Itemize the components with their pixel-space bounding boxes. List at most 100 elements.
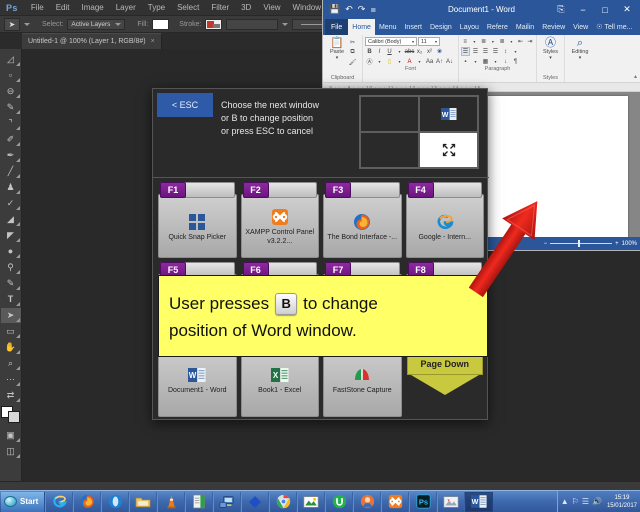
clear-formatting-icon[interactable]: ❀ xyxy=(435,47,444,56)
chevron-down-icon[interactable]: ▾ xyxy=(336,55,339,61)
chevron-down-icon[interactable]: ▾ xyxy=(549,55,552,61)
key-tile-f2[interactable]: XAMPP Control Panel v3.2.2... F2 xyxy=(240,182,319,258)
quick-selection-tool[interactable]: ✎ xyxy=(1,100,21,115)
tab-design[interactable]: Design xyxy=(426,19,456,35)
align-left-icon[interactable]: ☰ xyxy=(461,47,470,56)
chevron-down-icon[interactable]: ▾ xyxy=(470,37,478,46)
action-center-icon[interactable]: ⚐ xyxy=(572,497,579,506)
photoshop-document-tab[interactable]: Untitled-1 @ 100% (Layer 1, RGB/8#) × xyxy=(22,33,162,49)
close-icon[interactable]: × xyxy=(151,38,155,45)
tab-review[interactable]: Review xyxy=(538,19,569,35)
show-hidden-icons-icon[interactable]: ▲ xyxy=(561,497,569,506)
ribbon-display-options-icon[interactable]: ⎘ xyxy=(550,0,572,19)
tell-me-box[interactable]: ☉ Tell me... xyxy=(592,19,636,35)
align-center-icon[interactable]: ☰ xyxy=(471,47,480,56)
ps-menu-type[interactable]: Type xyxy=(142,0,171,15)
close-button[interactable]: ✕ xyxy=(616,0,638,19)
move-tool[interactable]: ◿ xyxy=(1,52,21,67)
grow-font-icon[interactable]: A↑ xyxy=(435,57,444,66)
pen-tool[interactable]: ✎ xyxy=(1,276,21,291)
blur-tool[interactable]: ● xyxy=(1,244,21,259)
taskbar-word[interactable]: W xyxy=(465,491,494,512)
taskbar-explorer[interactable] xyxy=(129,491,158,512)
marquee-tool[interactable]: ▫ xyxy=(1,68,21,83)
ps-menu-select[interactable]: Select xyxy=(171,0,205,15)
superscript-button[interactable]: x² xyxy=(425,47,434,56)
ps-menu-view[interactable]: View xyxy=(257,0,286,15)
background-color-swatch[interactable] xyxy=(8,411,20,423)
stroke-width-chevron-down-icon[interactable] xyxy=(282,22,289,26)
esc-button[interactable]: < ESC xyxy=(157,93,213,117)
page-down-control[interactable]: Page Down xyxy=(406,353,483,413)
tab-layout[interactable]: Layou xyxy=(456,19,483,35)
chevron-down-icon[interactable]: ▾ xyxy=(491,57,500,66)
history-brush-tool[interactable]: ✓ xyxy=(1,196,21,211)
show-formatting-marks-icon[interactable]: ¶ xyxy=(511,57,520,66)
subscript-button[interactable]: x₂ xyxy=(415,47,424,56)
ps-menu-window[interactable]: Window xyxy=(287,0,327,15)
network-tray-icon[interactable]: ☰ xyxy=(582,497,589,506)
key-tile-f3[interactable]: The Bond Interface -... F3 xyxy=(323,182,402,258)
change-case-icon[interactable]: Aa xyxy=(425,57,434,66)
rectangle-tool[interactable]: ▭ xyxy=(1,324,21,339)
minimize-button[interactable]: − xyxy=(572,0,594,19)
taskbar-utorrent[interactable] xyxy=(325,491,354,512)
volume-icon[interactable]: 🔊 xyxy=(592,497,602,506)
snap-cell-bottom-right[interactable] xyxy=(419,132,478,168)
shading-icon[interactable]: ▪ xyxy=(461,57,470,66)
active-tool-icon[interactable]: ➤ xyxy=(4,17,20,31)
strikethrough-button[interactable]: abc xyxy=(405,47,415,56)
ps-menu-image[interactable]: Image xyxy=(76,0,110,15)
stroke-color-swatch[interactable] xyxy=(205,18,223,30)
path-selection-tool[interactable]: ➤ xyxy=(0,308,21,323)
tab-insert[interactable]: Insert xyxy=(400,19,426,35)
italic-button[interactable]: I xyxy=(375,47,384,56)
align-right-icon[interactable]: ☰ xyxy=(481,47,490,56)
paste-button[interactable]: 📋 Paste ▾ xyxy=(328,37,346,61)
borders-icon[interactable]: ▦ xyxy=(481,57,490,66)
taskbar-chrome[interactable] xyxy=(269,491,298,512)
chevron-down-icon[interactable]: ▾ xyxy=(375,57,384,66)
tab-mailings[interactable]: Mailin xyxy=(512,19,538,35)
tab-home[interactable]: Home xyxy=(348,19,375,35)
multilevel-list-icon[interactable]: ≣ xyxy=(498,37,506,46)
taskbar-network[interactable] xyxy=(213,491,242,512)
undo-icon[interactable]: ↶ xyxy=(345,4,353,15)
font-color-icon[interactable]: A xyxy=(405,57,414,66)
taskbar-xampp[interactable] xyxy=(381,491,410,512)
taskbar-media-player[interactable] xyxy=(353,491,382,512)
stroke-width-field[interactable] xyxy=(226,18,279,30)
screen-mode-icon[interactable]: ◫ xyxy=(1,444,21,459)
ps-menu-edit[interactable]: Edit xyxy=(50,0,76,15)
start-button[interactable]: Start xyxy=(1,491,46,512)
justify-icon[interactable]: ☰ xyxy=(491,47,500,56)
healing-brush-tool[interactable]: ✒ xyxy=(1,148,21,163)
color-swatches[interactable] xyxy=(1,406,20,423)
taskbar-clock[interactable]: 15:19 15/01/2017 xyxy=(605,494,637,510)
chevron-down-icon[interactable]: ▾ xyxy=(489,37,497,46)
save-icon[interactable]: 💾 xyxy=(329,4,340,15)
zoom-level-label[interactable]: 100% xyxy=(622,241,637,247)
brush-tool[interactable]: ╱ xyxy=(1,164,21,179)
chevron-down-icon[interactable]: ▾ xyxy=(395,47,404,56)
zoom-slider[interactable] xyxy=(550,240,613,247)
taskbar-notepad[interactable] xyxy=(185,491,214,512)
format-painter-icon[interactable]: 🖌 xyxy=(348,58,357,67)
eraser-tool[interactable]: ◢ xyxy=(1,212,21,227)
customize-qat-icon[interactable]: ≣ xyxy=(370,6,376,14)
dodge-tool[interactable]: ⚲ xyxy=(1,260,21,275)
taskbar-photoshop[interactable]: Ps xyxy=(409,491,438,512)
ps-menu-layer[interactable]: Layer xyxy=(110,0,142,15)
chevron-down-icon[interactable]: ▾ xyxy=(471,57,480,66)
chevron-down-icon[interactable]: ▾ xyxy=(511,47,520,56)
line-spacing-icon[interactable]: ↕ xyxy=(501,47,510,56)
quick-mask-icon[interactable]: ▣ xyxy=(1,428,21,443)
eyedropper-tool[interactable]: ✐ xyxy=(1,132,21,147)
key-tile-f1[interactable]: Quick Snap Picker F1 xyxy=(158,182,237,258)
type-tool[interactable]: T xyxy=(1,292,21,307)
word-title-bar[interactable]: 💾 ↶ ↷ ≣ Document1 - Word ⎘ − □ ✕ xyxy=(323,0,640,19)
swap-colors-icon[interactable]: ⇄ xyxy=(1,388,21,403)
taskbar-opera[interactable] xyxy=(101,491,130,512)
snap-cell-top-left[interactable] xyxy=(360,96,419,132)
taskbar-image-viewer[interactable] xyxy=(437,491,466,512)
